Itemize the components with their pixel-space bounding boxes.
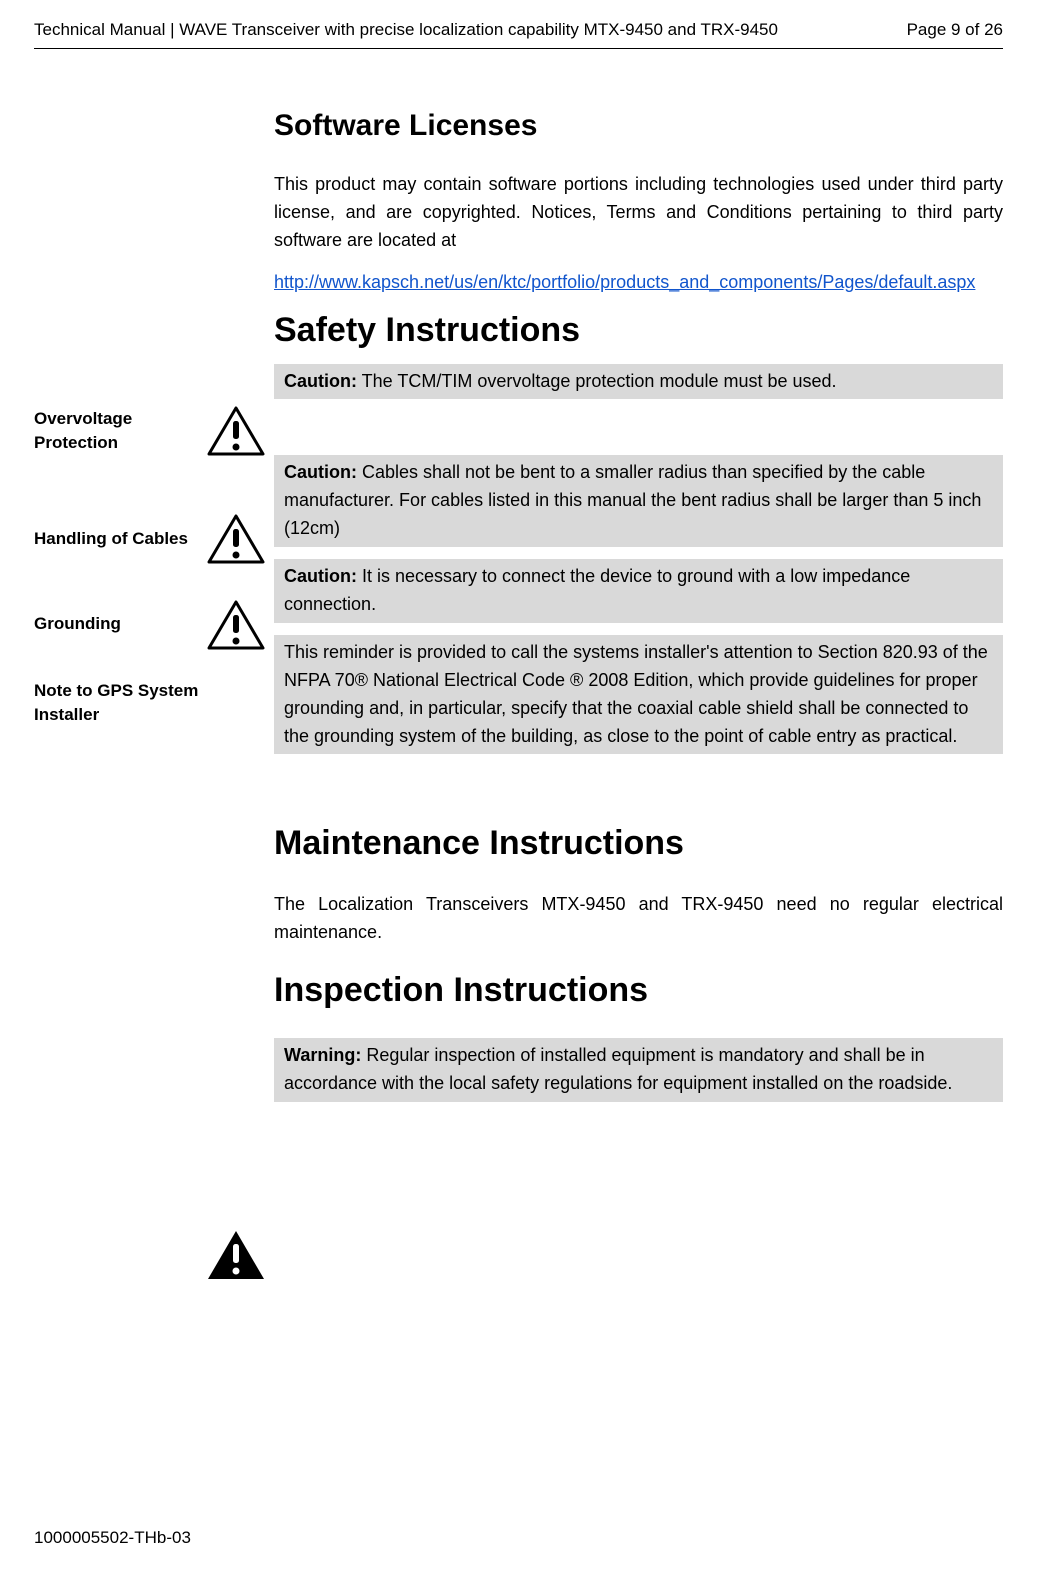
caution-text: The TCM/TIM overvoltage protection modul… (357, 371, 837, 391)
header-title: Technical Manual | WAVE Transceiver with… (34, 20, 778, 40)
warning-inspection: Warning: Regular inspection of installed… (274, 1038, 1003, 1102)
note-gps: This reminder is provided to call the sy… (274, 635, 1003, 755)
header-page-number: Page 9 of 26 (907, 20, 1003, 40)
heading-maintenance: Maintenance Instructions (274, 824, 1003, 863)
warning-icon (206, 1229, 266, 1281)
caution-lead: Caution: (284, 371, 357, 391)
caution-grounding: Caution: It is necessary to connect the … (274, 559, 1003, 623)
licenses-paragraph: This product may contain software portio… (274, 171, 1003, 255)
caution-icon (206, 405, 266, 457)
caution-icon (206, 599, 266, 651)
page-footer: 1000005502-THb-03 (34, 1528, 191, 1548)
page-header: Technical Manual | WAVE Transceiver with… (34, 20, 1003, 49)
caution-lead: Caution: (284, 566, 357, 586)
heading-inspection: Inspection Instructions (274, 971, 1003, 1010)
caution-lead: Caution: (284, 462, 357, 482)
heading-licenses: Software Licenses (274, 109, 1003, 143)
label-overvoltage: Overvoltage Protection (34, 407, 199, 455)
caution-overvoltage: Caution: The TCM/TIM overvoltage protect… (274, 364, 1003, 400)
margin-column: Overvoltage Protection Handling of Cable… (34, 109, 274, 1102)
label-cables: Handling of Cables (34, 527, 199, 551)
main-column: Software Licenses This product may conta… (274, 109, 1003, 1102)
caution-icon (206, 513, 266, 565)
caution-text: It is necessary to connect the device to… (284, 566, 910, 614)
licenses-link[interactable]: http://www.kapsch.net/us/en/ktc/portfoli… (274, 272, 975, 292)
heading-safety: Safety Instructions (274, 311, 1003, 350)
caution-text: Cables shall not be bent to a smaller ra… (284, 462, 981, 538)
maintenance-paragraph: The Localization Transceivers MTX-9450 a… (274, 891, 1003, 947)
label-grounding: Grounding (34, 612, 199, 636)
label-gps-installer: Note to GPS System Installer (34, 679, 199, 727)
warning-text: Regular inspection of installed equipmen… (284, 1045, 952, 1093)
note-text: This reminder is provided to call the sy… (284, 642, 988, 746)
caution-cables: Caution: Cables shall not be bent to a s… (274, 455, 1003, 547)
warning-lead: Warning: (284, 1045, 361, 1065)
